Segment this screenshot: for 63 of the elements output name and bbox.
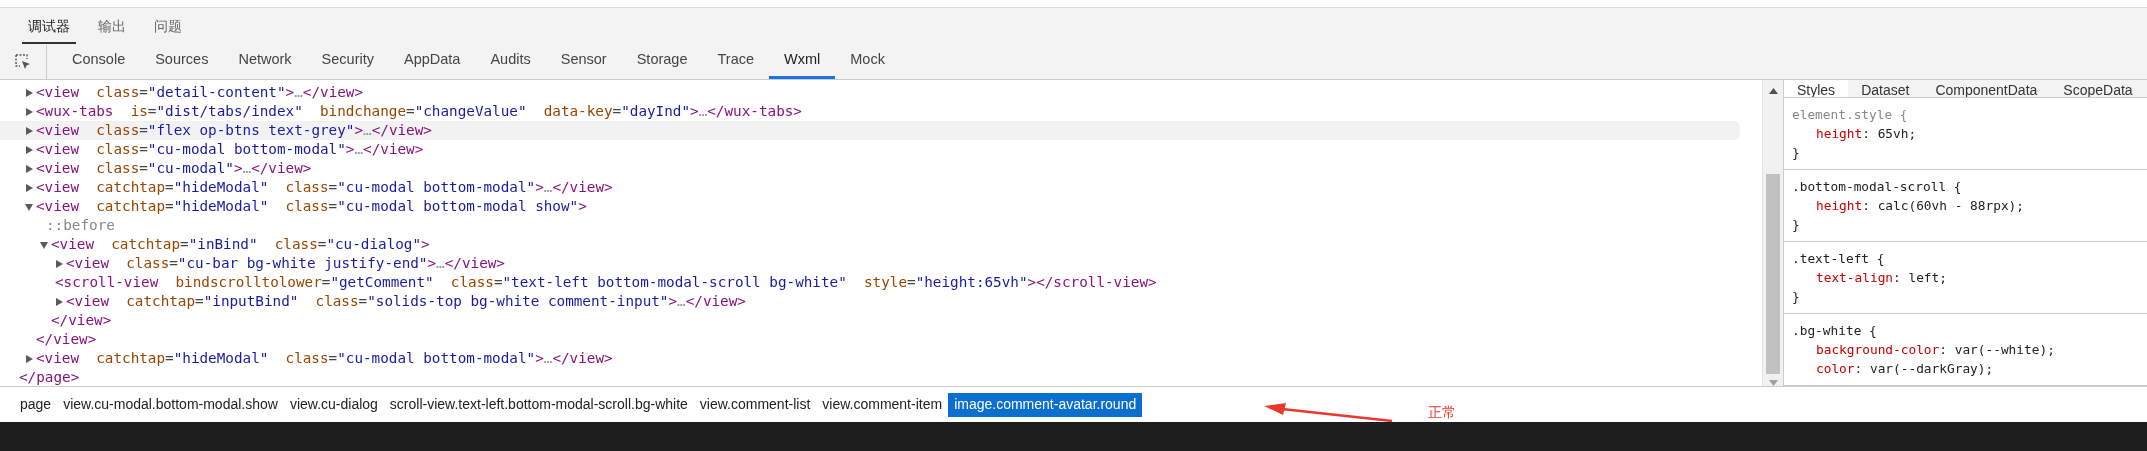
tree-node[interactable]: <scroll-view bindscrolltolower="getComment" class="text-left bottom-modal-scroll bg-white" style="height:65vh"></scroll-view> <box>55 273 1157 292</box>
css-property[interactable]: text-align: left; <box>1792 268 2139 287</box>
tool-tab[interactable]: Audits <box>475 44 546 79</box>
breadcrumb-item[interactable]: scroll-view.text-left.bottom-modal-scroll.bg-white <box>383 392 694 417</box>
collapsed-triangle-icon[interactable] <box>25 107 33 116</box>
tool-tab[interactable]: Console <box>57 44 141 79</box>
tree-node[interactable]: <view catchtap="hideModal" class="cu-modal bottom-modal">…</view> <box>36 178 613 197</box>
closing-tag: </view> <box>36 330 97 349</box>
collapsed-triangle-icon[interactable] <box>25 354 33 363</box>
collapsed-triangle-icon[interactable] <box>55 259 63 268</box>
inspect-icon[interactable] <box>14 52 32 71</box>
expanded-triangle-icon[interactable] <box>25 202 33 211</box>
collapsed-triangle-icon[interactable] <box>25 164 33 173</box>
css-selector: .bottom-modal-scroll { <box>1792 178 1963 196</box>
breadcrumb-item[interactable]: view.comment-list <box>693 392 817 417</box>
tool-tab[interactable]: Wxml <box>769 44 836 79</box>
collapsed-triangle-icon[interactable] <box>55 297 63 306</box>
tool-tab[interactable]: AppData <box>389 44 476 79</box>
tool-tab[interactable]: Sources <box>140 44 224 79</box>
tool-tab[interactable]: Network <box>223 44 307 79</box>
tree-node[interactable]: <view class="cu-modal">…</view> <box>36 159 312 178</box>
breadcrumb-item[interactable]: image.comment-avatar.round <box>948 392 1143 417</box>
breadcrumb-item[interactable]: page <box>14 392 58 417</box>
tree-node[interactable]: <view class="cu-bar bg-white justify-end">…</view> <box>66 254 505 273</box>
tool-tab[interactable]: Mock <box>835 44 900 79</box>
css-selector: element.style { <box>1792 106 1909 124</box>
breadcrumb-item[interactable]: view.cu-modal.bottom-modal.show <box>57 392 284 417</box>
tree-node[interactable]: <view class="detail-content">…</view> <box>36 83 364 102</box>
css-selector: .text-left { <box>1792 250 1886 268</box>
css-property[interactable]: background-color: var(--white); <box>1792 340 2139 359</box>
tree-node[interactable]: <view catchtap="hideModal" class="cu-modal bottom-modal show"> <box>36 197 587 216</box>
css-brace: } <box>1792 144 1800 162</box>
tree-node[interactable]: <view class="cu-modal bottom-modal">…</view> <box>36 140 424 159</box>
tool-tab[interactable]: Storage <box>621 44 703 79</box>
collapsed-triangle-icon[interactable] <box>25 88 33 97</box>
css-property[interactable]: height: calc(60vh - 88rpx); <box>1792 196 2139 215</box>
tool-tab[interactable]: Sensor <box>545 44 622 79</box>
breadcrumb-item[interactable]: view.cu-dialog <box>283 392 384 417</box>
tree-node[interactable]: <view catchtap="inputBind" class="solids-top bg-white comment-input">…</view> <box>66 292 746 311</box>
pseudo-element[interactable]: ::before <box>46 216 115 235</box>
collapsed-triangle-icon[interactable] <box>25 126 33 135</box>
panel-tab[interactable]: 输出 <box>92 10 132 44</box>
css-brace: } <box>1792 216 1800 234</box>
tool-tab[interactable]: Trace <box>702 44 769 79</box>
expanded-triangle-icon[interactable] <box>40 240 48 249</box>
panel-tab[interactable]: 问题 <box>148 10 188 44</box>
collapsed-triangle-icon[interactable] <box>25 183 33 192</box>
closing-tag: </view> <box>51 311 112 330</box>
scrollbar[interactable] <box>1762 80 1783 386</box>
tree-node[interactable]: <view catchtap="inBind" class="cu-dialog"> <box>51 235 430 254</box>
css-property[interactable]: color: var(--darkGray); <box>1792 359 2139 378</box>
scroll-up-icon[interactable] <box>1768 88 1778 94</box>
css-selector: .bg-white { <box>1792 322 1878 340</box>
tree-node[interactable]: <view catchtap="hideModal" class="cu-modal bottom-modal">…</view> <box>36 349 613 368</box>
css-property[interactable]: height: 65vh; <box>1792 124 2139 143</box>
annotation-text: 正常 <box>1428 403 1456 422</box>
collapsed-triangle-icon[interactable] <box>25 145 33 154</box>
css-brace: } <box>1792 288 1800 306</box>
breadcrumb-item[interactable]: view.comment-item <box>816 392 949 417</box>
tool-tab[interactable]: Security <box>306 44 389 79</box>
closing-tag: </page> <box>19 368 80 387</box>
style-tab[interactable]: Styles <box>1784 80 1849 97</box>
tree-node[interactable]: <wux-tabs is="dist/tabs/index" bindchange="changeValue" data-key="dayInd">…</wux-tabs> <box>36 102 802 121</box>
